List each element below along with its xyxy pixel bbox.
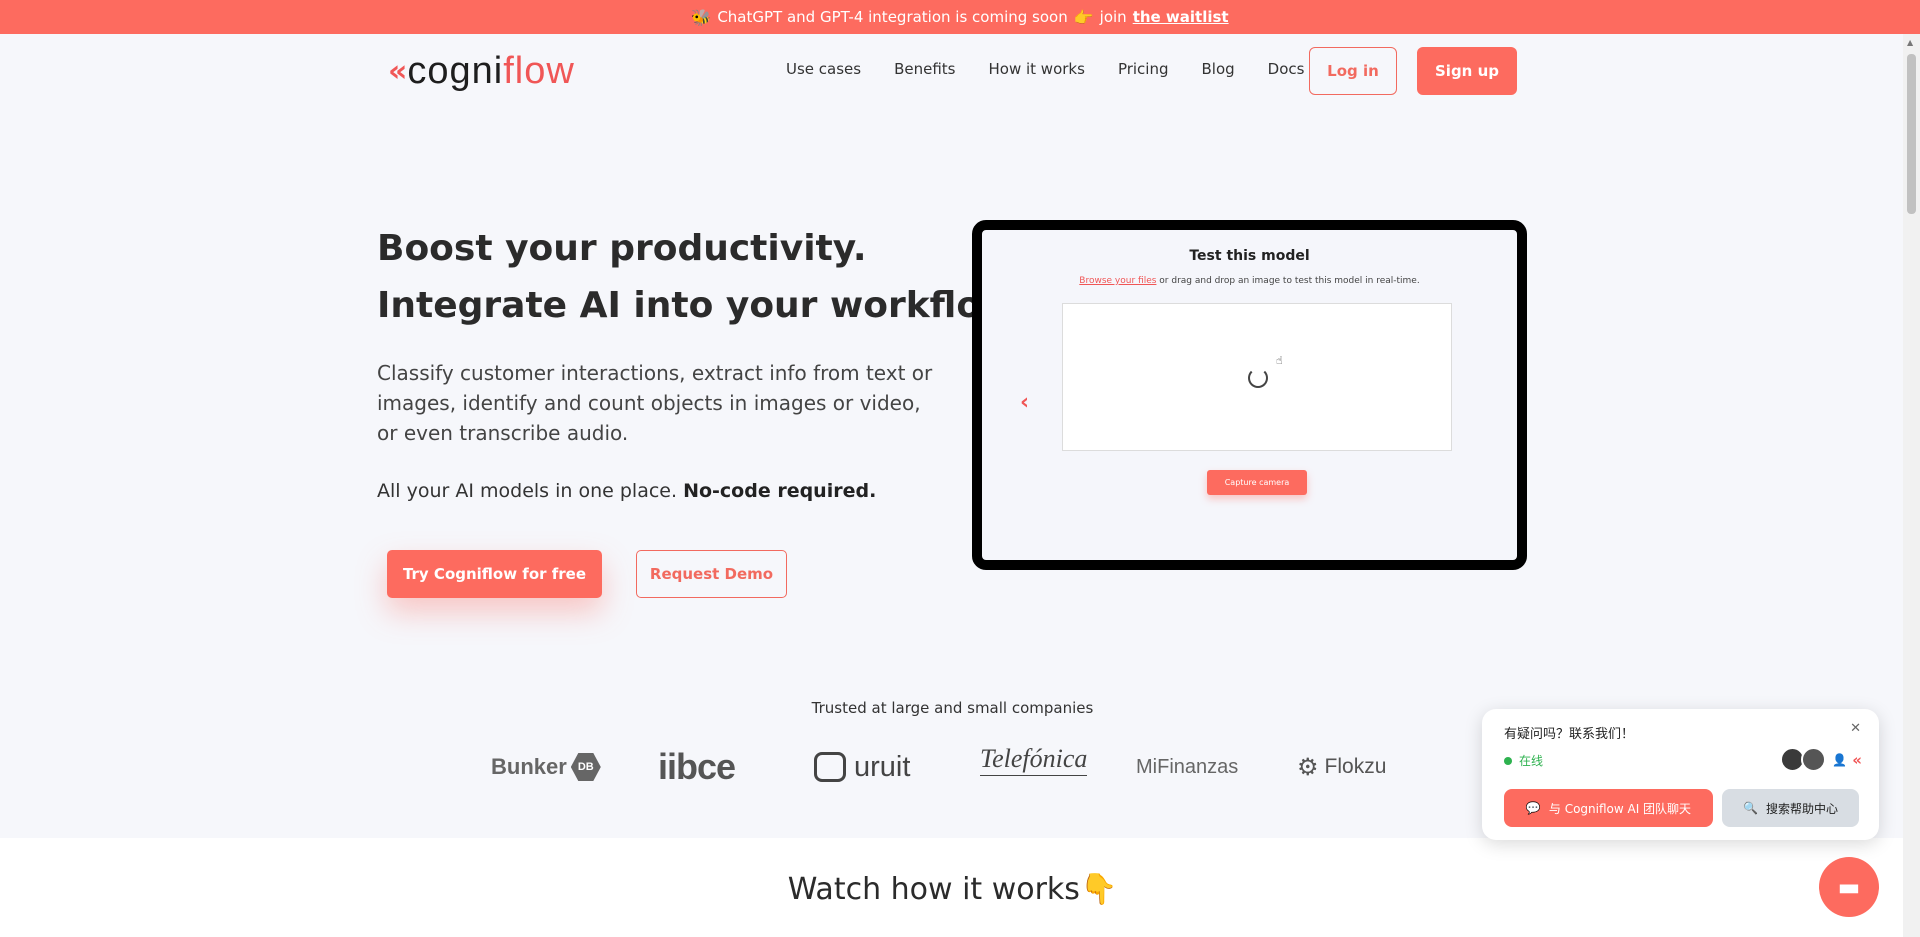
nav-links: Use cases Benefits How it works Pricing … — [786, 60, 1304, 78]
cogniflow-logo[interactable]: « cogniflow — [388, 50, 575, 93]
hero-tagline: All your AI models in one place. No-code… — [377, 480, 877, 502]
hero-description: Classify customer interactions, extract … — [377, 361, 933, 445]
scrollbar-thumb[interactable] — [1907, 54, 1916, 214]
hero-tagline-bold: No-code required. — [683, 480, 877, 502]
logo-wordmark: cogniflow — [407, 50, 575, 92]
iibce-logo: iibce — [658, 746, 736, 787]
chat-widget-card: 有疑问吗？联系我们！ ✕ 在线 👤 « 💬 与 Cogniflow AI 团队聊天… — [1482, 709, 1879, 840]
search-icon: 🔍 — [1743, 801, 1758, 815]
scroll-up-icon: ▲ — [1907, 38, 1914, 47]
nav-use-cases[interactable]: Use cases — [786, 60, 861, 78]
browse-files-link[interactable]: Browse your files — [1079, 276, 1156, 286]
capture-camera-button[interactable]: Capture camera — [1207, 470, 1307, 495]
bunker-db-logo: Bunker DB — [491, 742, 601, 792]
banner-text: ChatGPT and GPT-4 integration is coming … — [717, 8, 1068, 26]
chat-launcher-button[interactable]: ▬ — [1819, 857, 1879, 917]
chevron-left-icon[interactable]: ‹ — [1020, 390, 1029, 415]
page-scrollbar[interactable]: ▲ — [1903, 34, 1920, 937]
hand-cursor-icon: ☝ — [1276, 354, 1283, 367]
banner-join-text: join — [1099, 8, 1127, 26]
main-navigation: « cogniflow Use cases Benefits How it wo… — [0, 34, 1900, 106]
uruit-logo: uruit — [814, 742, 910, 792]
online-status: 在线 — [1504, 752, 1543, 769]
online-dot-icon — [1504, 756, 1512, 765]
nav-blog[interactable]: Blog — [1202, 60, 1235, 78]
demo-subtitle: Browse your files or drag and drop an im… — [1079, 276, 1420, 286]
try-free-button[interactable]: Try Cogniflow for free — [387, 550, 602, 598]
chat-icon: ▬ — [1837, 873, 1861, 901]
image-dropzone[interactable]: ☝ — [1062, 303, 1452, 451]
telefonica-logo: Telefónica — [980, 742, 1088, 776]
watch-heading: Watch how it works👇 — [787, 872, 1118, 907]
logo-mark-icon: « — [388, 54, 408, 89]
user-icon: 👤 — [1832, 752, 1848, 767]
hero-title-line2: Integrate AI into your workflow. — [377, 285, 1026, 326]
logo-mark-icon: « — [1852, 750, 1861, 769]
flokzu-logo: ⚙ Flokzu — [1297, 753, 1387, 781]
announcement-banner: 🐝 ChatGPT and GPT-4 integration is comin… — [0, 0, 1920, 34]
team-avatars: 👤 « — [1780, 747, 1862, 772]
nav-how-it-works[interactable]: How it works — [989, 60, 1085, 78]
pointing-down-icon: 👇 — [1079, 872, 1118, 907]
hero-title: Boost your productivity. Integrate AI in… — [377, 220, 1026, 334]
chat-bubble-icon: 💬 — [1525, 801, 1541, 815]
demo-device-frame: Test this model Browse your files or dra… — [972, 220, 1527, 570]
nav-benefits[interactable]: Benefits — [894, 60, 955, 78]
chat-question: 有疑问吗？联系我们！ — [1504, 727, 1635, 742]
demo-title: Test this model — [1189, 248, 1310, 264]
hero-title-line1: Boost your productivity. — [377, 228, 867, 269]
avatar — [1801, 747, 1827, 772]
login-button[interactable]: Log in — [1309, 47, 1397, 95]
nav-docs[interactable]: Docs — [1268, 60, 1305, 78]
waitlist-link[interactable]: the waitlist — [1133, 8, 1229, 26]
chat-with-team-button[interactable]: 💬 与 Cogniflow AI 团队聊天 — [1504, 789, 1713, 827]
search-help-button[interactable]: 🔍 搜索帮助中心 — [1722, 789, 1859, 827]
signup-button[interactable]: Sign up — [1417, 47, 1517, 95]
bee-icon: 🐝 — [691, 7, 712, 27]
gear-icon: ⚙ — [1297, 753, 1319, 781]
loading-spinner-icon — [1248, 368, 1268, 388]
mifinanzas-logo: MiFinanzas — [1136, 755, 1239, 778]
request-demo-button[interactable]: Request Demo — [636, 550, 787, 598]
close-icon[interactable]: ✕ — [1850, 721, 1861, 736]
pointing-hand-icon: 👉 — [1073, 7, 1094, 27]
nav-pricing[interactable]: Pricing — [1118, 60, 1169, 78]
